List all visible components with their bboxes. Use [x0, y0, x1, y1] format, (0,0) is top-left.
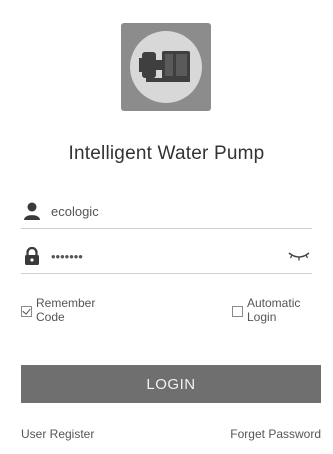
- app-title: Intelligent Water Pump: [68, 143, 265, 164]
- password-input[interactable]: •••••••: [51, 249, 286, 264]
- remember-code-checkbox[interactable]: [21, 306, 32, 317]
- forget-password-link[interactable]: Forget Password: [230, 427, 321, 441]
- automatic-login-label: Automatic Login: [247, 296, 301, 324]
- username-input[interactable]: ecologic: [51, 204, 312, 219]
- app-logo: [121, 23, 211, 111]
- water-pump-icon: [130, 31, 202, 103]
- automatic-login-option[interactable]: Automatic Login: [232, 296, 300, 324]
- remember-code-option[interactable]: Remember Code: [21, 296, 95, 324]
- user-register-link[interactable]: User Register: [21, 427, 94, 441]
- user-icon: [21, 200, 43, 222]
- username-field[interactable]: ecologic: [21, 194, 312, 229]
- lock-icon: [21, 245, 43, 267]
- login-button[interactable]: LOGIN: [21, 365, 321, 403]
- automatic-login-checkbox[interactable]: [232, 306, 243, 317]
- remember-code-label: Remember Code: [36, 296, 96, 324]
- password-field[interactable]: •••••••: [21, 239, 312, 274]
- eye-icon[interactable]: [286, 249, 312, 263]
